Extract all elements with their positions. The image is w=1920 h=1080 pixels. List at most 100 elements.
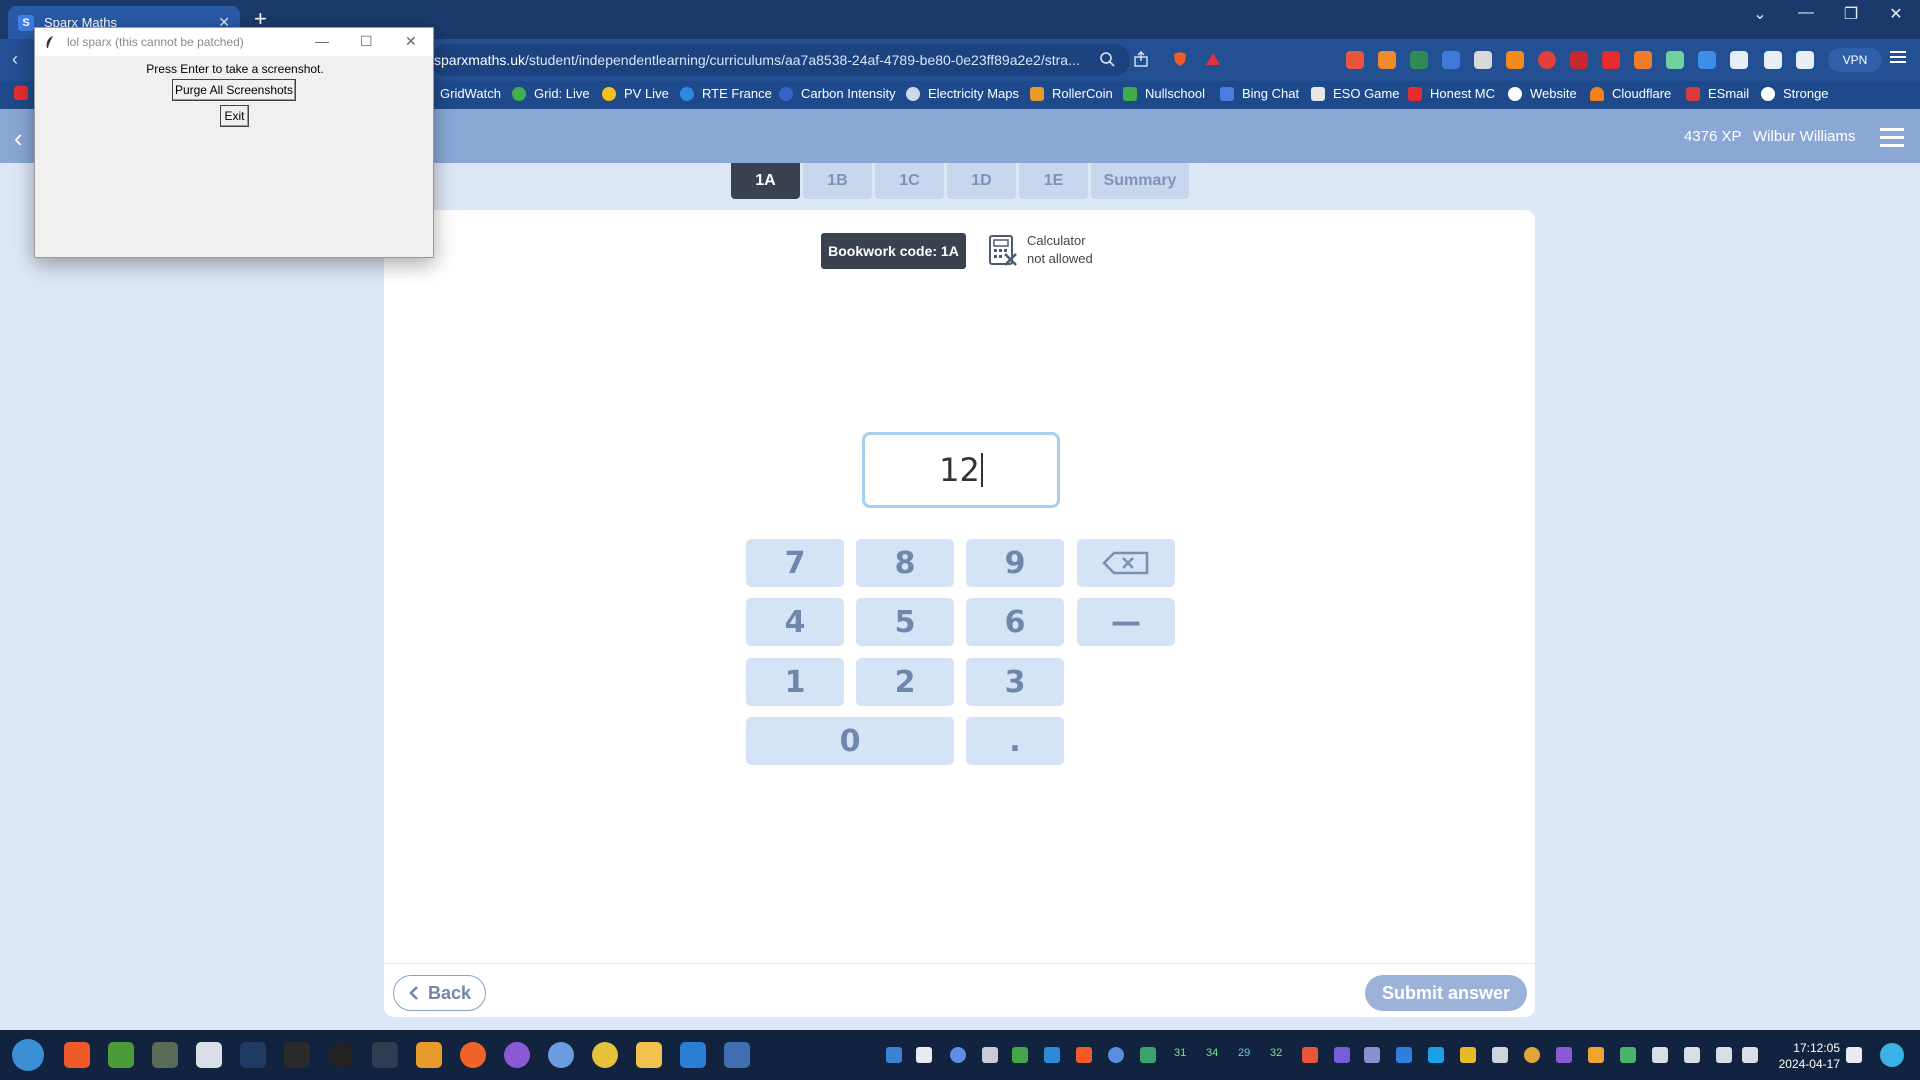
- tray-nvidia-icon[interactable]: [1012, 1047, 1028, 1063]
- tray-location-icon[interactable]: [1684, 1047, 1700, 1063]
- share-icon[interactable]: [1133, 51, 1149, 67]
- bookmark-youtube[interactable]: [14, 86, 36, 100]
- tab-1a[interactable]: 1A: [731, 163, 800, 199]
- taskbar-app13-icon[interactable]: [592, 1042, 618, 1068]
- extension-11-icon[interactable]: [1698, 51, 1716, 69]
- restore-button[interactable]: ❐: [1831, 4, 1871, 24]
- taskbar-minecraft-icon[interactable]: [108, 1042, 134, 1068]
- keypad-9[interactable]: 9: [966, 539, 1064, 587]
- keypad-5[interactable]: 5: [856, 598, 954, 646]
- tray-app19-icon[interactable]: [1588, 1047, 1604, 1063]
- tray-app10-icon[interactable]: [1302, 1047, 1318, 1063]
- sidebar-icon[interactable]: [1764, 51, 1782, 69]
- tab-search-chevron-icon[interactable]: ⌄: [1740, 4, 1780, 24]
- bookmark-rte-france[interactable]: RTE France: [680, 86, 772, 101]
- bookmark-rollercoin[interactable]: RollerCoin: [1030, 86, 1113, 101]
- tray-volume-icon[interactable]: [1742, 1047, 1758, 1063]
- taskbar-epic-games-icon[interactable]: [284, 1042, 310, 1068]
- address-bar[interactable]: sparxmaths.uk/student/independentlearnin…: [430, 44, 1130, 76]
- brave-shield-icon[interactable]: [1172, 51, 1188, 67]
- keypad-8[interactable]: 8: [856, 539, 954, 587]
- overlay-close-button[interactable]: ✕: [405, 33, 417, 50]
- tray-app6-icon[interactable]: [1044, 1047, 1060, 1063]
- keypad-0[interactable]: 0: [746, 717, 954, 765]
- extension-5-icon[interactable]: [1506, 51, 1524, 69]
- taskbar-python-icon[interactable]: [724, 1042, 750, 1068]
- bookmark-bing-chat[interactable]: Bing Chat: [1220, 86, 1299, 101]
- keypad-4[interactable]: 4: [746, 598, 844, 646]
- tab-1d[interactable]: 1D: [947, 163, 1016, 199]
- bookmark-stronge[interactable]: Stronge: [1761, 86, 1829, 101]
- tray-brave-icon[interactable]: [1076, 1047, 1092, 1063]
- bookmark-gridwatch[interactable]: GridWatch: [440, 86, 501, 101]
- keypad-3[interactable]: 3: [966, 658, 1064, 706]
- bookmark-website[interactable]: Website: [1508, 86, 1577, 101]
- taskbar-app4-icon[interactable]: [196, 1042, 222, 1068]
- wallet-icon[interactable]: [1796, 51, 1814, 69]
- sparx-back-icon[interactable]: ‹: [14, 123, 23, 154]
- exit-button[interactable]: Exit: [220, 105, 249, 127]
- extension-4-icon[interactable]: [1474, 51, 1492, 69]
- bookmark-electricity-maps[interactable]: Electricity Maps: [906, 86, 1019, 101]
- submit-answer-button[interactable]: Submit answer: [1365, 975, 1527, 1011]
- tab-1c[interactable]: 1C: [875, 163, 944, 199]
- keypad-decimal[interactable]: .: [966, 717, 1064, 765]
- tray-lightning-icon[interactable]: [1428, 1047, 1444, 1063]
- brave-rewards-icon[interactable]: [1205, 51, 1221, 67]
- bookmark-cloudflare[interactable]: Cloudflare: [1590, 86, 1671, 101]
- tray-defender-icon[interactable]: [886, 1047, 902, 1063]
- keypad-1[interactable]: 1: [746, 658, 844, 706]
- taskbar-steam-icon[interactable]: [240, 1042, 266, 1068]
- tray-app17-icon[interactable]: [1524, 1047, 1540, 1063]
- browser-back-icon[interactable]: ‹: [12, 49, 18, 70]
- copilot-icon[interactable]: [1880, 1043, 1904, 1067]
- taskbar-app8-icon[interactable]: [372, 1042, 398, 1068]
- keypad-7[interactable]: 7: [746, 539, 844, 587]
- bookmark-carbon-intensity[interactable]: Carbon Intensity: [779, 86, 896, 101]
- tray-app4-icon[interactable]: [982, 1047, 998, 1063]
- bookmark-grid-live[interactable]: Grid: Live: [512, 86, 590, 101]
- minimize-button[interactable]: —: [1786, 4, 1826, 22]
- metamask-icon[interactable]: [1378, 51, 1396, 69]
- overlay-titlebar[interactable]: lol sparx (this cannot be patched) — ☐ ✕: [35, 28, 433, 56]
- taskbar-qbittorrent-icon[interactable]: [548, 1042, 574, 1068]
- tray-app16-icon[interactable]: [1492, 1047, 1508, 1063]
- tray-app12-icon[interactable]: [1364, 1047, 1380, 1063]
- tray-discord-icon[interactable]: [916, 1047, 932, 1063]
- keypad-minus[interactable]: —: [1077, 598, 1175, 646]
- keypad-2[interactable]: 2: [856, 658, 954, 706]
- tray-app15-icon[interactable]: [1460, 1047, 1476, 1063]
- tray-network-icon[interactable]: [1716, 1047, 1732, 1063]
- tab-1b[interactable]: 1B: [803, 163, 872, 199]
- tray-app20-icon[interactable]: [1620, 1047, 1636, 1063]
- taskbar-app3-icon[interactable]: [152, 1042, 178, 1068]
- bookmark-pv-live[interactable]: PV Live: [602, 86, 669, 101]
- translate-icon[interactable]: [1442, 51, 1460, 69]
- tray-app8-icon[interactable]: [1108, 1047, 1124, 1063]
- extensions-puzzle-icon[interactable]: [1730, 51, 1748, 69]
- extension-10-icon[interactable]: [1666, 51, 1684, 69]
- tab-summary[interactable]: Summary: [1091, 163, 1189, 199]
- taskbar-github-icon[interactable]: [504, 1042, 530, 1068]
- sparx-menu-icon[interactable]: [1880, 128, 1904, 131]
- bookmark-esmail[interactable]: ESmail: [1686, 86, 1749, 101]
- taskbar-app7-icon[interactable]: [328, 1042, 354, 1068]
- tray-app3-icon[interactable]: [950, 1047, 966, 1063]
- tray-app11-icon[interactable]: [1334, 1047, 1350, 1063]
- taskbar-vscode-icon[interactable]: [680, 1042, 706, 1068]
- browser-menu-icon[interactable]: [1890, 51, 1906, 53]
- bookmark-nullschool[interactable]: Nullschool: [1123, 86, 1205, 101]
- extension-s-icon[interactable]: [1410, 51, 1428, 69]
- extension-9-icon[interactable]: [1634, 51, 1652, 69]
- zoom-icon[interactable]: [1099, 51, 1115, 67]
- overlay-minimize-button[interactable]: —: [315, 33, 329, 49]
- bookmark-honest-mc[interactable]: Honest MC: [1408, 86, 1495, 101]
- tray-usb-icon[interactable]: [1652, 1047, 1668, 1063]
- taskbar-clock[interactable]: 17:12:05 2024-04-17: [1772, 1040, 1840, 1072]
- keypad-6[interactable]: 6: [966, 598, 1064, 646]
- bookmark-eso-game[interactable]: ESO Game: [1311, 86, 1399, 101]
- extension-1-icon[interactable]: [1346, 51, 1364, 69]
- ublock-icon[interactable]: [1570, 51, 1588, 69]
- start-button[interactable]: [12, 1039, 44, 1071]
- tray-app13-icon[interactable]: [1396, 1047, 1412, 1063]
